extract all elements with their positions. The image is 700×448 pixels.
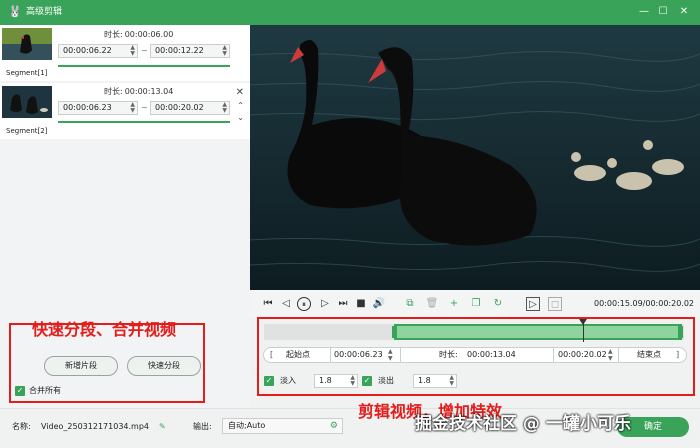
end-point-button[interactable]: 结束点 — [637, 348, 661, 362]
add-segment-button[interactable]: 新增片段 — [44, 356, 118, 376]
trim-duration-value: 00:00:13.04 — [467, 350, 516, 359]
chevron-down-icon[interactable]: ⌄ — [237, 113, 244, 122]
merge-all-label: 合并所有 — [29, 386, 61, 395]
segment-duration: 时长: 00:00:06.00 — [104, 30, 174, 39]
close-icon[interactable]: ✕ — [677, 4, 691, 20]
spinner-icon[interactable]: ▲ ▼ — [449, 375, 454, 387]
segment-item[interactable]: Segment[1] 时长: 00:00:06.00 00:00:06.22 ▲ ▼… — [0, 25, 250, 81]
frame-forward-icon[interactable]: ▷ — [318, 297, 332, 311]
stop-icon[interactable]: ■ — [354, 297, 368, 311]
skip-start-icon[interactable]: ⏮ — [261, 297, 275, 311]
spinner-icon[interactable]: ▲ ▼ — [130, 45, 135, 57]
playhead-line[interactable] — [583, 321, 585, 342]
segment-duration: 时长: 00:00:13.04 — [104, 87, 174, 96]
watermark: 掘金技术社区 @ 一罐小可乐 — [415, 414, 631, 434]
spinner-icon[interactable]: ▲ ▼ — [388, 348, 393, 362]
timeline-selection[interactable] — [394, 324, 682, 340]
skip-end-icon[interactable]: ⏭ — [336, 297, 350, 311]
trim-start-field[interactable]: 00:00:06.23 — [334, 348, 383, 362]
trim-duration-label: 时长: — [439, 350, 458, 359]
spinner-icon[interactable]: ▲ ▼ — [350, 375, 355, 387]
delete-icon[interactable]: 🗑 — [425, 297, 439, 311]
trim-end-field[interactable]: 00:00:20.02 — [558, 348, 607, 362]
spinner-icon[interactable]: ▲ ▼ — [608, 348, 613, 362]
video-frame — [250, 25, 700, 290]
video-preview[interactable] — [250, 25, 700, 290]
fade-out-label: 淡出 — [378, 376, 394, 385]
segment-item[interactable]: Segment[2] 时长: 00:00:13.04 00:00:06.23 ▲ ▼… — [0, 83, 250, 139]
spinner-icon[interactable]: ▲ ▼ — [222, 102, 227, 114]
range-separator: ~ — [141, 46, 148, 55]
pause-icon[interactable]: ⏸ — [297, 297, 311, 311]
edit-name-icon[interactable]: ✎ — [159, 422, 166, 432]
split-icon[interactable]: ⧉ — [403, 297, 417, 311]
spinner-icon[interactable]: ▲ ▼ — [222, 45, 227, 57]
volume-icon[interactable]: 🔊 — [372, 297, 386, 311]
range-separator: ~ — [141, 103, 148, 112]
segment-end-field[interactable]: 00:00:20.02 ▲ ▼ — [150, 101, 230, 115]
fade-out-field[interactable]: 1.8 ▲ ▼ — [413, 374, 457, 388]
start-bracket: [ — [270, 350, 274, 359]
segment-end-field[interactable]: 00:00:12.22 ▲ ▼ — [150, 44, 230, 58]
start-point-button[interactable]: 起始点 — [286, 348, 310, 362]
spinner-icon[interactable]: ▲ ▼ — [130, 102, 135, 114]
segment-label: Segment[1] — [6, 69, 48, 77]
output-label: 输出: — [193, 422, 212, 431]
segment-start-field[interactable]: 00:00:06.23 ▲ ▼ — [58, 101, 138, 115]
playback-controls: ⏮ ◁ ⏸ ▷ ⏭ ■ 🔊 ⧉ 🗑 + ❐ ↻ ▷ ◻ 00:00:15.09/… — [250, 290, 700, 318]
divider — [400, 348, 401, 362]
end-bracket: ] — [676, 350, 680, 359]
file-name: Video_250312171034.mp4 — [41, 422, 149, 431]
segment-progress-bar — [58, 65, 230, 67]
close-icon[interactable]: ✕ — [236, 87, 244, 98]
divider — [553, 348, 554, 362]
trim-row: [ 起始点 00:00:06.23 ▲ ▼ 时长: 00:00:13.04 00:… — [263, 347, 687, 363]
maximize-icon[interactable]: ☐ — [656, 4, 670, 20]
gear-icon[interactable]: ⚙ — [330, 419, 338, 433]
name-label: 名称: — [12, 422, 31, 431]
title-bar: 🐰 高级剪辑 — ☐ ✕ — [0, 0, 700, 25]
fade-in-field[interactable]: 1.8 ▲ ▼ — [314, 374, 358, 388]
segment-thumbnail — [2, 86, 52, 118]
copy-icon[interactable]: ❐ — [469, 297, 483, 311]
segment-label: Segment[2] — [6, 127, 48, 135]
segment-start-field[interactable]: 00:00:06.22 ▲ ▼ — [58, 44, 138, 58]
merge-all-checkbox[interactable]: ✓ — [15, 386, 25, 396]
chevron-up-icon[interactable]: ⌃ — [237, 101, 244, 110]
trim-end-handle[interactable] — [678, 326, 683, 338]
output-select[interactable]: 自动;Auto ⚙ — [222, 418, 343, 434]
quick-split-button[interactable]: 快速分段 — [127, 356, 201, 376]
fade-in-label: 淡入 — [280, 376, 296, 385]
segment-thumbnail — [2, 28, 52, 60]
frame-back-icon[interactable]: ◁ — [279, 297, 293, 311]
app-logo-icon: 🐰 — [8, 5, 22, 18]
reset-icon[interactable]: ↻ — [491, 297, 505, 311]
trim-start-handle[interactable] — [392, 326, 398, 338]
divider — [618, 348, 619, 362]
segment-progress-bar — [58, 121, 230, 123]
playback-time: 00:00:15.09/00:00:20.02 — [594, 299, 694, 308]
minimize-icon[interactable]: — — [637, 4, 651, 20]
mark-in-icon[interactable]: ▷ — [526, 297, 540, 311]
mark-out-icon[interactable]: ◻ — [548, 297, 562, 311]
fade-out-checkbox[interactable]: ✓ — [362, 376, 372, 386]
fade-in-checkbox[interactable]: ✓ — [264, 376, 274, 386]
window-title: 高级剪辑 — [26, 7, 63, 17]
divider — [330, 348, 331, 362]
add-icon[interactable]: + — [447, 297, 461, 311]
